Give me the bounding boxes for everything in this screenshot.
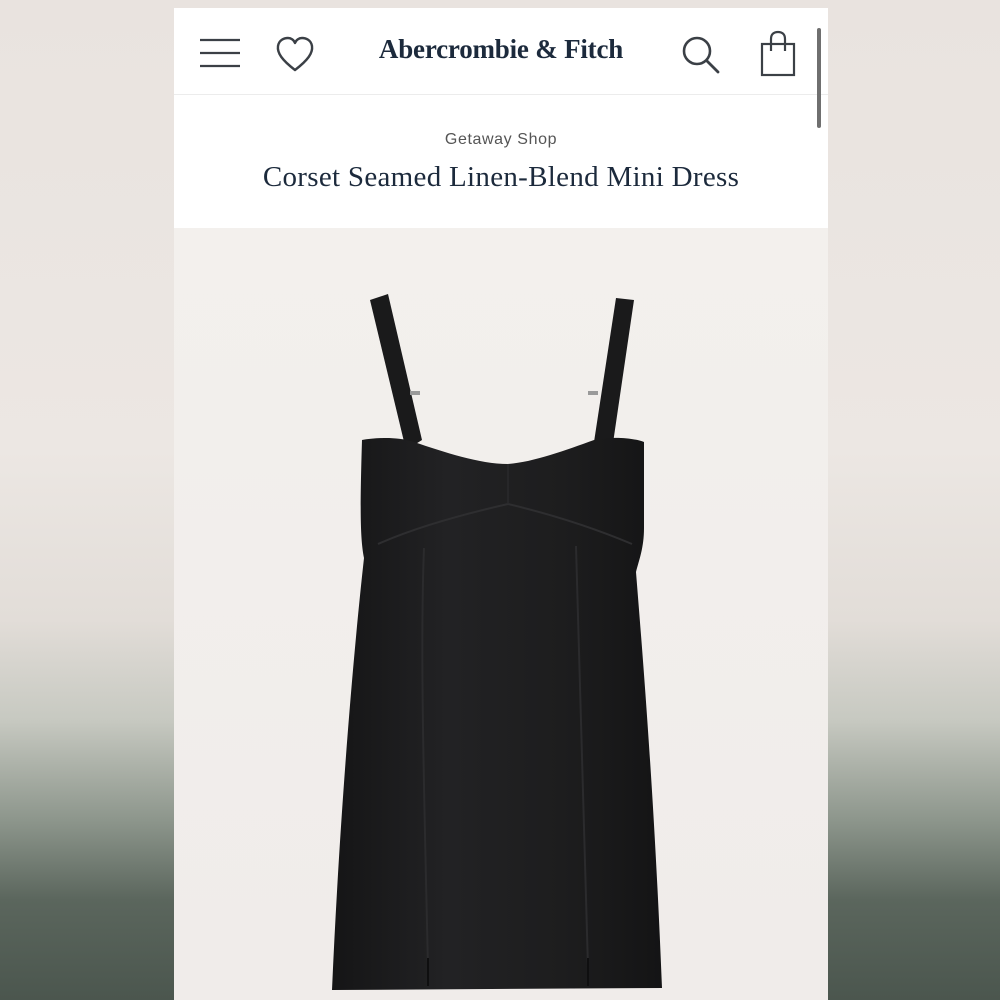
brand-logo[interactable]: Abercrombie & Fitch (174, 34, 828, 65)
search-icon[interactable] (680, 34, 722, 76)
product-heading: Getaway Shop Corset Seamed Linen-Blend M… (174, 95, 828, 228)
site-header: Abercrombie & Fitch (174, 8, 828, 128)
right-backdrop (828, 0, 1000, 1000)
shopping-bag-icon[interactable] (758, 30, 798, 78)
scrollbar-thumb[interactable] (817, 28, 821, 128)
product-title: Corset Seamed Linen-Blend Mini Dress (262, 161, 740, 193)
left-backdrop (0, 0, 174, 1000)
product-image[interactable] (174, 228, 828, 1000)
collection-label[interactable]: Getaway Shop (174, 95, 828, 149)
product-page: Abercrombie & Fitch Getaway Shop Corset … (174, 8, 828, 1000)
